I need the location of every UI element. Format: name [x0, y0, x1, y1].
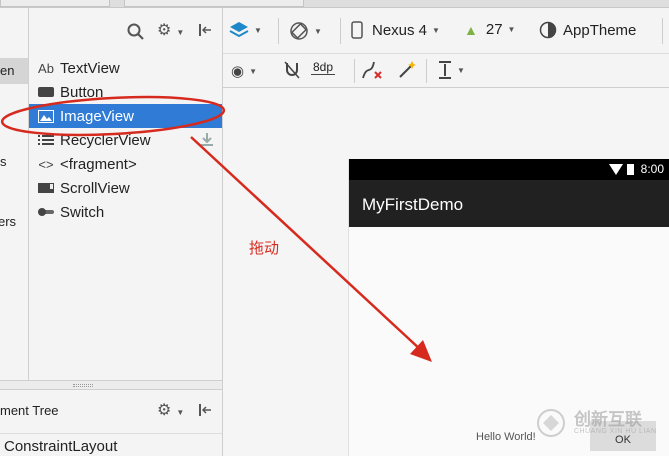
palette-item-textview[interactable]: Ab TextView — [29, 56, 222, 80]
app-title: MyFirstDemo — [362, 195, 464, 214]
android-icon: ▲ — [464, 21, 478, 38]
text-view-icon: Ab — [38, 60, 54, 76]
palette-item-list: Ab TextView Button ImageView RecyclerVie… — [29, 56, 222, 380]
category-label: s — [0, 154, 7, 169]
hello-world-text[interactable]: Hello World! — [476, 431, 536, 443]
palette-item-fragment[interactable]: <> <fragment> — [29, 152, 222, 176]
design-canvas[interactable]: 8:00 MyFirstDemo Hello World! OK — [223, 88, 669, 456]
rotate-device-icon — [290, 22, 308, 40]
eye-icon: ◉ — [231, 63, 245, 80]
status-bar: 8:00 — [349, 159, 669, 180]
palette-item-switch[interactable]: Switch — [29, 200, 222, 224]
app-bar: MyFirstDemo — [349, 180, 669, 227]
drag-annotation-label: 拖动 — [249, 240, 280, 257]
layers-icon — [229, 22, 249, 38]
infer-constraints-icon[interactable] — [397, 60, 417, 80]
collapse-panel-icon[interactable] — [197, 402, 213, 423]
wifi-icon — [608, 163, 623, 175]
device-label: Nexus 4 — [372, 21, 428, 39]
device-icon — [351, 21, 363, 39]
status-time: 8:00 — [640, 162, 664, 176]
api-level-label: 27 — [485, 21, 503, 38]
watermark-subtext: CHUANG XIN HU LIAN — [574, 427, 657, 435]
scroll-view-icon — [35, 182, 57, 194]
palette-item-scrollview[interactable]: ScrollView — [29, 176, 222, 200]
orientation-button[interactable]: ▼ — [289, 21, 322, 41]
palette-categories: en s ers — [0, 8, 29, 380]
category-item[interactable]: s — [0, 154, 7, 169]
palette-item-recyclerview[interactable]: RecyclerView — [29, 128, 222, 152]
palette-item-label: Button — [60, 83, 104, 101]
palette-item-label: ImageView — [60, 107, 134, 125]
search-icon[interactable] — [127, 23, 144, 45]
watermark-logo: 创新互联 CHUANG XIN HU LIAN — [534, 408, 657, 438]
switch-icon — [35, 207, 57, 217]
recycler-view-icon — [35, 134, 57, 146]
category-item[interactable]: ers — [0, 214, 16, 229]
gear-icon[interactable]: ⚙ ▼ — [157, 402, 184, 422]
api-level-selector[interactable]: ▲ 27 ▼ — [464, 21, 515, 38]
category-label: en — [0, 63, 15, 78]
splitter-grip[interactable] — [73, 384, 93, 387]
palette-item-label: TextView — [60, 59, 120, 77]
fragment-icon: <> — [38, 156, 54, 172]
align-button[interactable]: ▼ — [438, 60, 465, 80]
editor-tab-strip — [0, 0, 669, 8]
design-toolbar: ▼ ▼ Nexus 4 ▼ ▲ 27 ▼ AppTheme — [223, 8, 669, 54]
image-view-icon — [35, 109, 57, 123]
component-tree: ConstraintLayout — [0, 434, 222, 456]
autoconnect-icon[interactable] — [283, 60, 301, 80]
download-icon[interactable] — [200, 132, 214, 149]
theme-icon — [539, 21, 557, 39]
battery-icon — [626, 164, 634, 175]
panel-splitter[interactable] — [0, 380, 222, 390]
editor-tab[interactable] — [124, 0, 304, 7]
button-icon — [35, 86, 57, 98]
palette-item-button[interactable]: Button — [29, 80, 222, 104]
gear-icon[interactable]: ⚙ ▼ — [157, 22, 184, 42]
theme-label: AppTheme — [563, 21, 637, 39]
layout-toolbar: ◉ ▼ 8dp ▼ — [223, 54, 669, 88]
align-icon — [439, 61, 451, 79]
design-surface-button[interactable]: ▼ — [229, 21, 262, 39]
component-tree-title: ment Tree — [0, 403, 59, 418]
component-tree-header: ment Tree ⚙ ▼ — [0, 390, 222, 434]
default-margin-label: 8dp — [311, 60, 336, 75]
palette-header: ⚙ ▼ — [29, 8, 222, 56]
palette-item-label: RecyclerView — [60, 131, 151, 149]
tree-node-constraintlayout[interactable]: ConstraintLayout — [4, 438, 117, 455]
palette-item-label: ScrollView — [60, 179, 130, 197]
watermark-text: 创新互联 — [574, 409, 642, 429]
palette-item-label: Switch — [60, 203, 105, 221]
watermark-icon — [537, 409, 565, 437]
palette-item-label: <fragment> — [60, 155, 137, 173]
device-selector[interactable]: Nexus 4 ▼ — [351, 21, 440, 39]
view-options-button[interactable]: ◉ ▼ — [231, 62, 257, 80]
category-item[interactable]: en — [0, 58, 28, 84]
editor-tab[interactable] — [0, 0, 110, 7]
default-margin-button[interactable]: 8dp — [311, 60, 336, 75]
collapse-panel-icon[interactable] — [197, 22, 213, 43]
category-label: ers — [0, 214, 17, 229]
palette-item-imageview[interactable]: ImageView — [29, 104, 222, 128]
clear-constraints-icon[interactable] — [361, 60, 383, 80]
theme-selector[interactable]: AppTheme — [539, 21, 636, 39]
